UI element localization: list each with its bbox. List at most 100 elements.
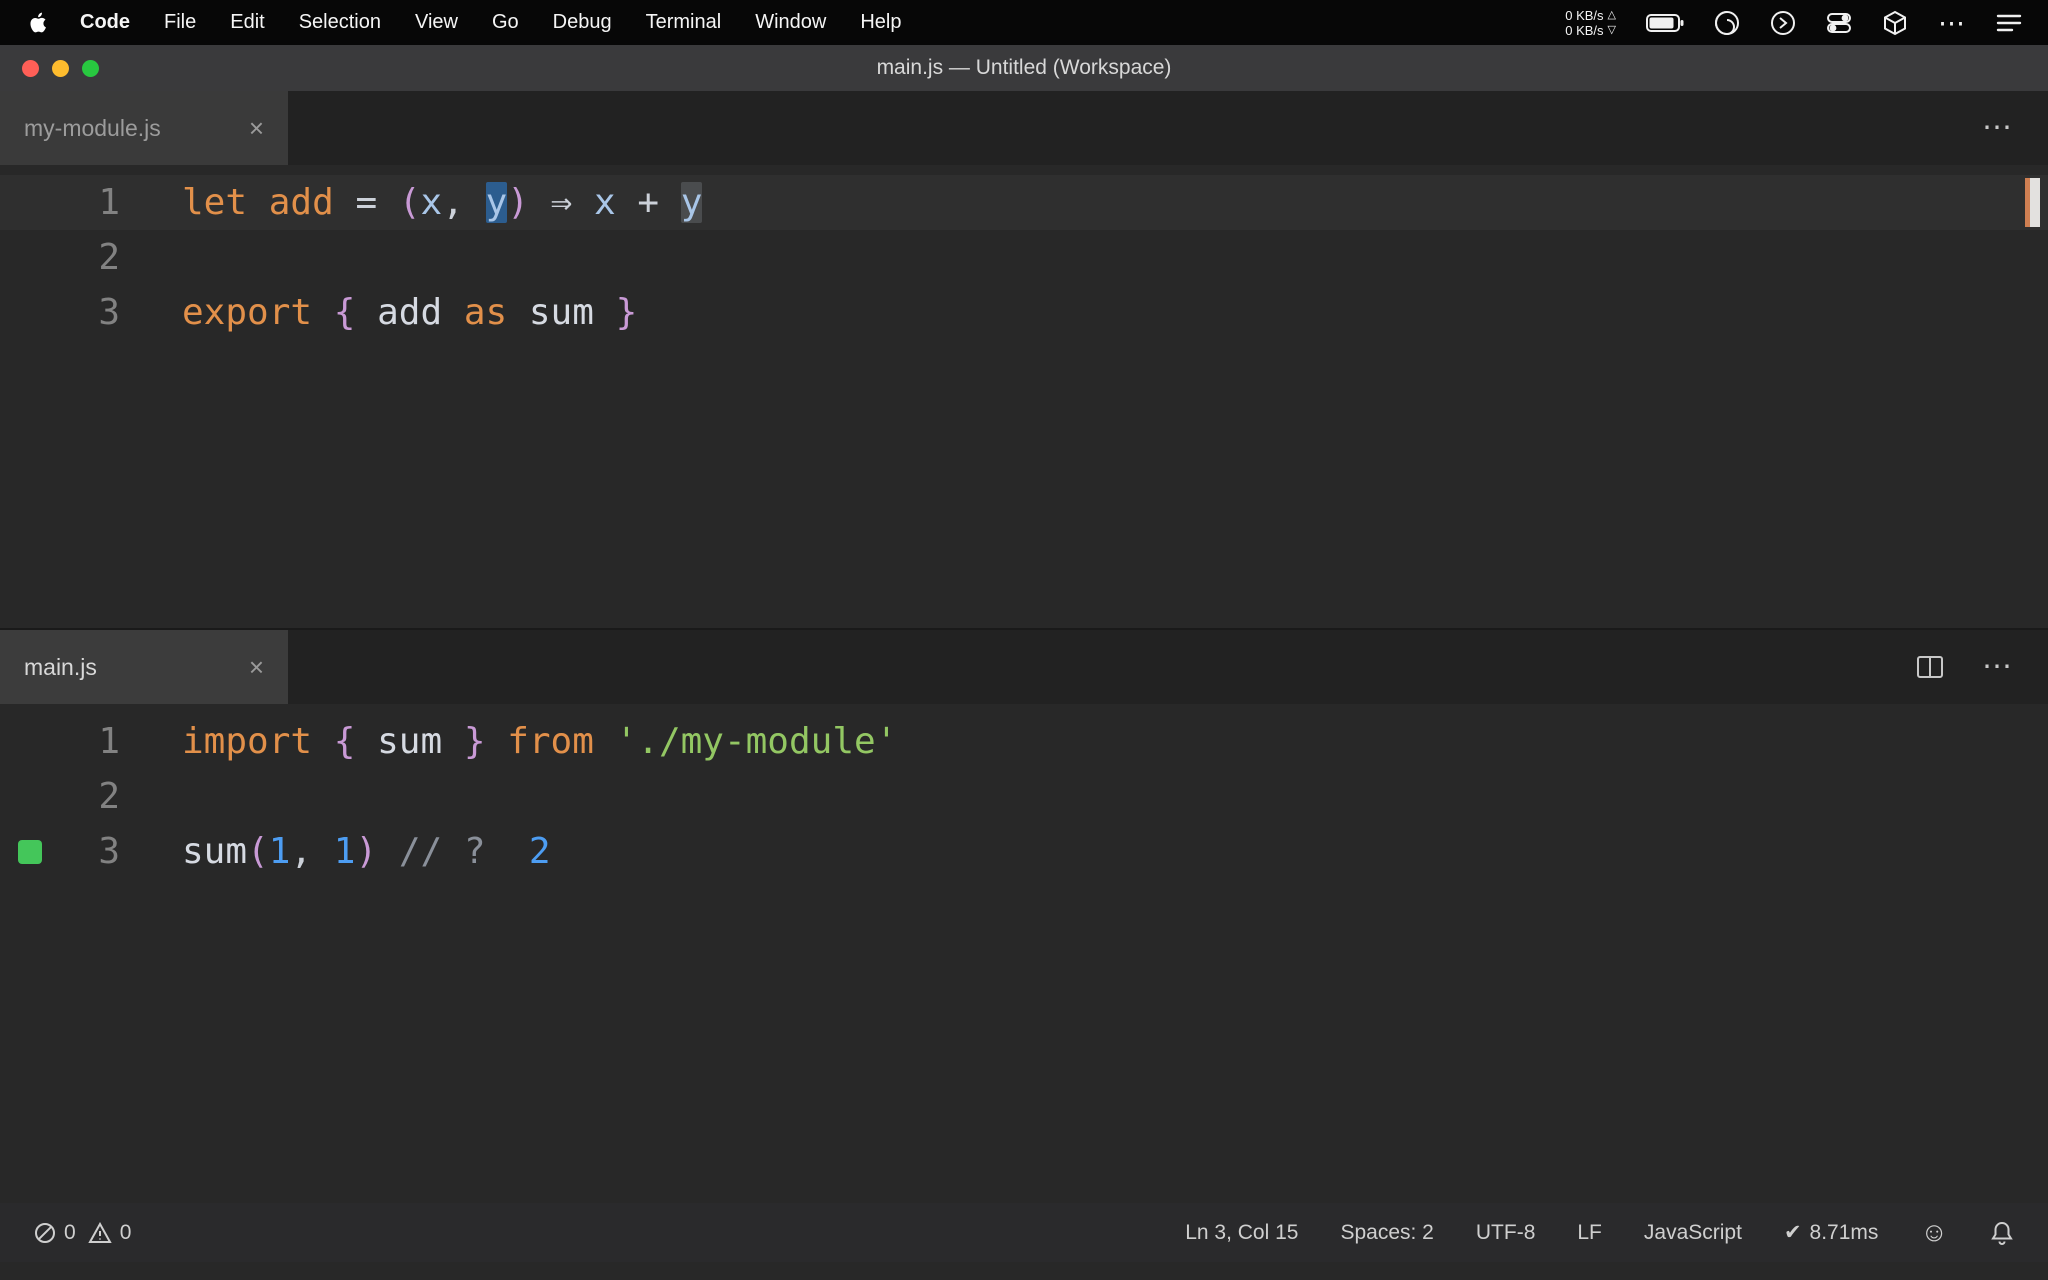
code-token: y [485, 182, 508, 223]
swirl-icon[interactable] [1714, 10, 1740, 36]
more-menu-icon[interactable]: ⋯ [1938, 9, 1966, 36]
code-token: x [420, 182, 443, 223]
network-speed-indicator[interactable]: 0 KB/s △ 0 KB/s ▽ [1565, 8, 1616, 38]
menu-item-help[interactable]: Help [843, 11, 918, 34]
window-title: main.js — Untitled (Workspace) [876, 56, 1172, 79]
eol-sequence[interactable]: LF [1577, 1221, 1602, 1245]
code-token: ⇒ [550, 182, 573, 223]
code-token: , [290, 831, 313, 872]
down-triangle-icon: ▽ [1607, 23, 1616, 36]
close-tab-icon[interactable]: × [249, 654, 264, 680]
menubar: Code File Edit Selection View Go Debug Termina… [0, 0, 2048, 45]
menu-item-edit[interactable]: Edit [213, 11, 281, 34]
code-token: ( [398, 182, 421, 223]
statusbar-right: Ln 3, Col 15 Spaces: 2 UTF-8 LF JavaScri… [1185, 1217, 2014, 1248]
battery-icon[interactable] [1646, 13, 1684, 32]
menubar-status-icons: 0 KB/s △ 0 KB/s ▽ ⋯ [1565, 8, 2036, 38]
code-token: // ? [398, 831, 486, 872]
code-line[interactable]: 1 import { sum } from './my-module' [0, 714, 2048, 769]
code-token: 1 [268, 831, 291, 872]
code-token: ) [507, 182, 529, 223]
close-tab-icon[interactable]: × [249, 115, 264, 141]
apple-menu-icon[interactable] [12, 11, 63, 34]
menu-item-selection[interactable]: Selection [282, 11, 398, 34]
code-token: 1 [333, 831, 356, 872]
menu-item-go[interactable]: Go [475, 11, 536, 34]
net-down-label: 0 KB/s [1565, 22, 1604, 38]
menu-item-window[interactable]: Window [738, 11, 843, 34]
indentation[interactable]: Spaces: 2 [1340, 1221, 1433, 1245]
tab-main[interactable]: main.js × [0, 630, 288, 704]
list-menu-icon[interactable] [1996, 12, 2022, 34]
menu-item-debug[interactable]: Debug [536, 11, 629, 34]
menu-item-view[interactable]: View [398, 11, 475, 34]
more-actions-icon[interactable]: ⋯ [1982, 113, 2012, 143]
language-mode[interactable]: JavaScript [1644, 1221, 1742, 1245]
line-number[interactable]: 2 [0, 769, 120, 824]
more-actions-icon[interactable]: ⋯ [1982, 652, 2012, 682]
code-line[interactable]: 2 [0, 230, 2048, 285]
editor-main[interactable]: 1 import { sum } from './my-module' 2 3 sum(… [0, 704, 2048, 1203]
code-token: sum [182, 831, 248, 872]
notifications-icon[interactable] [1990, 1220, 2014, 1246]
code-token: sum [528, 292, 594, 333]
code-line[interactable]: 1 let add = (x, y) ⇒ x + y [0, 175, 2048, 230]
editor-my-module[interactable]: 1 let add = (x, y) ⇒ x + y 2 3 export { add … [0, 165, 2048, 628]
line-number[interactable]: 1 [0, 175, 120, 230]
code-token: as [463, 292, 508, 333]
code-token: 2 [528, 831, 551, 872]
code-line[interactable]: 2 [0, 769, 2048, 824]
statusbar: 0 0 Ln 3, Col 15 Spaces: 2 UTF-8 LF Java… [0, 1203, 2048, 1262]
cube-icon[interactable] [1882, 10, 1908, 36]
code-token: } [463, 721, 486, 762]
titlebar: main.js — Untitled (Workspace) [0, 45, 2048, 91]
code-token: sum [377, 721, 443, 762]
quokka-perf[interactable]: ✔ 8.71ms [1784, 1220, 1878, 1245]
menu-item-terminal[interactable]: Terminal [629, 11, 739, 34]
problems-indicator[interactable]: 0 0 [34, 1221, 131, 1245]
menu-items: File Edit Selection View Go Debug Terminal Wind… [147, 11, 918, 34]
code-line[interactable]: 3 export { add as sum } [0, 285, 2048, 340]
terminal-circle-icon[interactable] [1770, 10, 1796, 36]
code-token: { [333, 721, 356, 762]
up-triangle-icon: △ [1607, 8, 1616, 21]
menu-item-file[interactable]: File [147, 11, 213, 34]
code-token: x [594, 182, 616, 223]
tab-actions-bottom: ⋯ [1916, 630, 2048, 704]
line-number[interactable]: 1 [0, 714, 120, 769]
code-line[interactable]: 3 sum(1, 1) // ? 2 [0, 824, 2048, 879]
menu-item-code[interactable]: Code [63, 11, 147, 34]
code-token: ( [247, 831, 269, 872]
split-editor-icon[interactable] [1916, 655, 1944, 679]
code-token: = [355, 182, 378, 223]
check-icon: ✔ [1783, 1221, 1802, 1244]
line-number[interactable]: 2 [0, 230, 120, 285]
editor-bottom-lines: 1 import { sum } from './my-module' 2 3 sum(… [0, 714, 2048, 879]
warning-count: 0 [119, 1220, 132, 1244]
control-center-icon[interactable] [1826, 10, 1852, 36]
code-token: y [680, 182, 703, 223]
feedback-icon[interactable]: ☺ [1920, 1217, 1948, 1248]
code-token: { [333, 292, 356, 333]
tab-my-module[interactable]: my-module.js × [0, 91, 288, 165]
perf-value: 8.71ms [1809, 1220, 1879, 1244]
code-text: export { add as sum } [120, 285, 637, 340]
line-number[interactable]: 3 [0, 285, 120, 340]
editor-top-lines: 1 let add = (x, y) ⇒ x + y 2 3 export { add … [0, 175, 2048, 340]
encoding[interactable]: UTF-8 [1476, 1221, 1536, 1245]
cursor-position[interactable]: Ln 3, Col 15 [1185, 1221, 1298, 1245]
